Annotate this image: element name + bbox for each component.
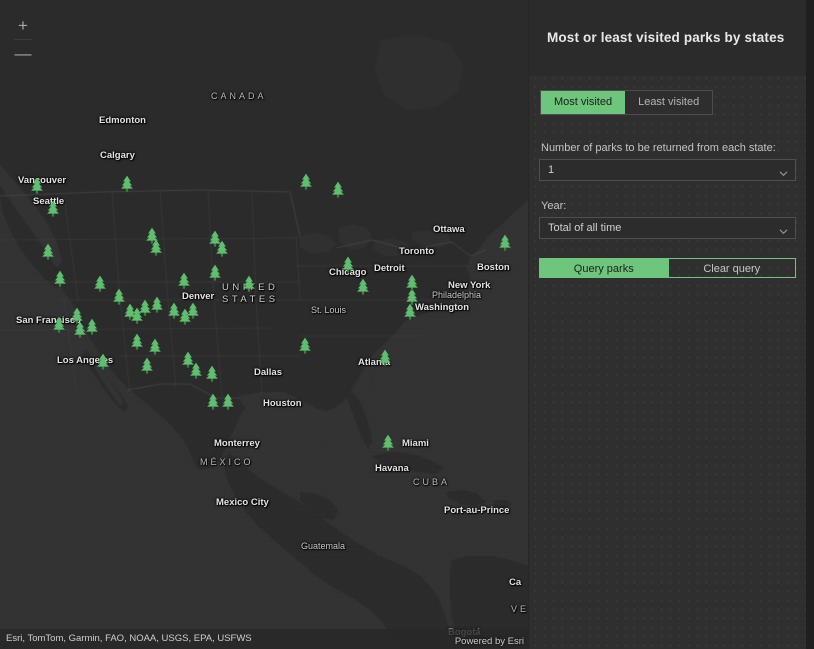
year-select-wrap[interactable]: Total of all time2019201820172016 — [539, 217, 796, 239]
pine-tree-icon[interactable] — [243, 275, 256, 292]
query-parks-button[interactable]: Query parks — [539, 258, 668, 278]
pine-tree-icon[interactable] — [206, 365, 219, 382]
pine-tree-icon[interactable] — [222, 393, 235, 410]
pine-tree-icon[interactable] — [190, 362, 203, 379]
visit-mode-toggle-group[interactable]: Most visited Least visited — [540, 90, 713, 115]
pine-tree-icon[interactable] — [300, 173, 313, 190]
right-edge-gutter — [806, 0, 814, 649]
zoom-controls-divider — [14, 39, 32, 40]
pine-tree-icon[interactable] — [379, 349, 392, 366]
pine-tree-icon[interactable] — [54, 270, 67, 287]
pine-tree-icon[interactable] — [299, 337, 312, 354]
pine-tree-icon[interactable] — [187, 302, 200, 319]
map-view[interactable]: CANADAEdmontonCalgaryVancouverSeattleOtt… — [0, 0, 528, 649]
pine-tree-icon[interactable] — [342, 256, 355, 273]
pine-tree-icon[interactable] — [94, 275, 107, 292]
map-zoom-controls[interactable]: + — — [12, 14, 34, 66]
pine-tree-icon[interactable] — [151, 296, 164, 313]
pine-tree-icon[interactable] — [149, 338, 162, 355]
powered-by-esri-label: Powered by Esri — [455, 636, 524, 647]
panel-body: Most visited Least visited Number of par… — [529, 76, 806, 278]
pine-tree-icon[interactable] — [209, 264, 222, 281]
map-attribution: Esri, TomTom, Garmin, FAO, NOAA, USGS, E… — [0, 629, 528, 649]
pine-tree-icon[interactable] — [207, 393, 220, 410]
pine-tree-icon[interactable] — [357, 278, 370, 295]
park-count-select[interactable]: 12345 — [539, 159, 796, 181]
tab-most-visited[interactable]: Most visited — [541, 91, 625, 114]
page-title: Most or least visited parks by states — [547, 30, 784, 45]
pine-tree-icon[interactable] — [406, 274, 419, 291]
park-count-label: Number of parks to be returned from each… — [541, 142, 796, 154]
query-panel: Most or least visited parks by states Mo… — [528, 0, 806, 649]
panel-action-row: Query parks Clear query — [539, 258, 796, 278]
pine-tree-icon[interactable] — [499, 234, 512, 251]
year-select[interactable]: Total of all time2019201820172016 — [539, 217, 796, 239]
pine-tree-icon[interactable] — [31, 177, 44, 194]
clear-query-button[interactable]: Clear query — [668, 258, 797, 278]
pine-tree-icon[interactable] — [42, 243, 55, 260]
pine-tree-icon[interactable] — [332, 181, 345, 198]
pine-tree-icon[interactable] — [53, 316, 66, 333]
panel-header: Most or least visited parks by states — [529, 0, 806, 76]
pine-tree-icon[interactable] — [404, 303, 417, 320]
pine-tree-icon[interactable] — [382, 434, 395, 451]
pine-tree-icon[interactable] — [47, 200, 60, 217]
pine-tree-icon[interactable] — [141, 357, 154, 374]
pine-tree-icon[interactable] — [121, 175, 134, 192]
app-root: CANADAEdmontonCalgaryVancouverSeattleOtt… — [0, 0, 814, 649]
tab-least-visited[interactable]: Least visited — [625, 91, 712, 114]
pine-tree-icon[interactable] — [86, 318, 99, 335]
zoom-in-button[interactable]: + — [12, 14, 34, 38]
year-label: Year: — [541, 200, 796, 212]
pine-tree-icon[interactable] — [150, 239, 163, 256]
pine-tree-icon[interactable] — [178, 272, 191, 289]
pine-tree-icon[interactable] — [216, 240, 229, 257]
park-count-select-wrap[interactable]: 12345 — [539, 159, 796, 181]
zoom-out-button[interactable]: — — [12, 42, 34, 66]
pine-tree-icon[interactable] — [97, 353, 110, 370]
pine-tree-icon[interactable] — [131, 333, 144, 350]
